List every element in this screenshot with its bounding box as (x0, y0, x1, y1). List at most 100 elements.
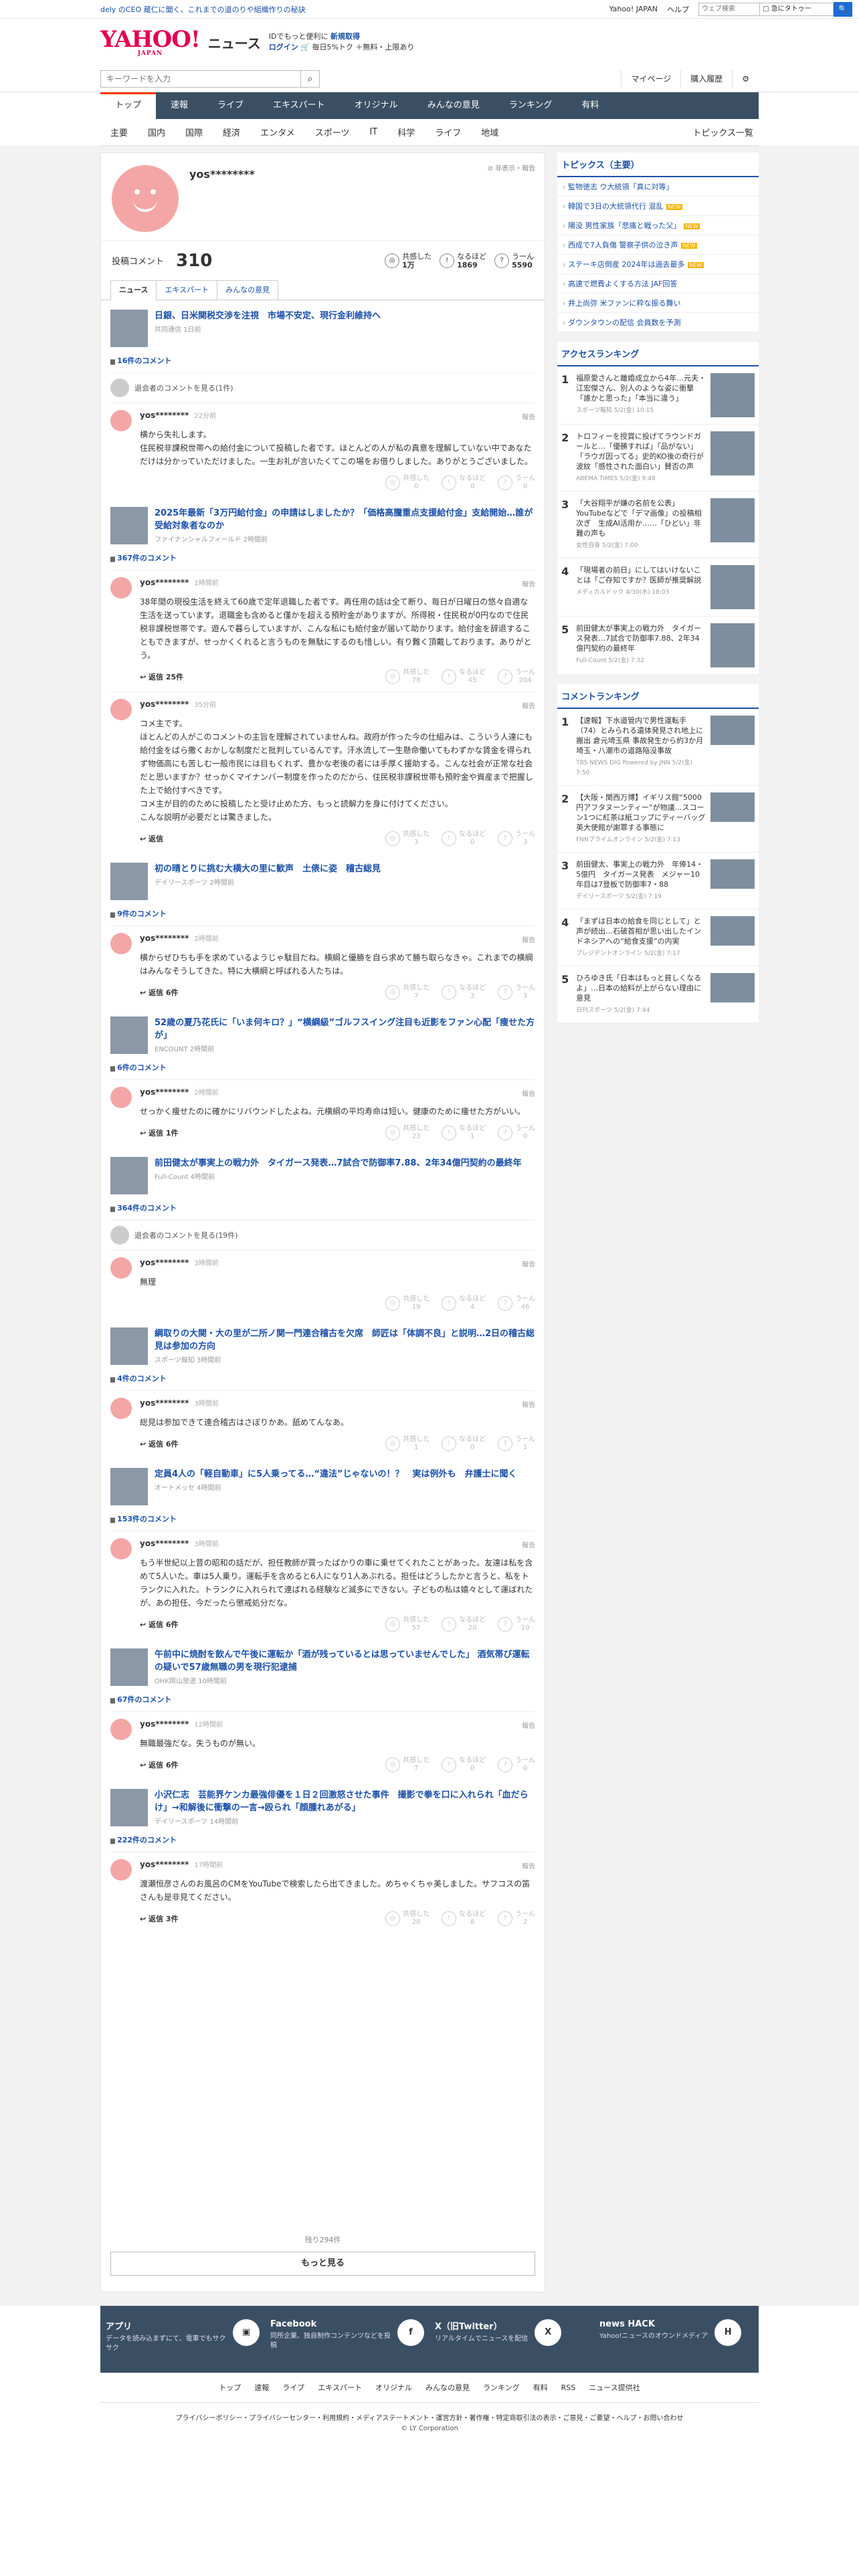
snav-sports[interactable]: スポーツ (305, 126, 360, 138)
topic-item[interactable]: 監物徳志 ウ大統領「真に対等」 (557, 177, 759, 197)
empathy-button[interactable]: ◎ 共感した 23 (385, 1125, 430, 1141)
footer-social-item[interactable]: X（旧Twitter） リアルタイムでニュースを配信 X (435, 2319, 589, 2359)
insight-button[interactable]: ! なるほど 0 (442, 1757, 486, 1773)
empathy-button[interactable]: ◎ 共感した 1 (385, 1436, 430, 1452)
comment-count-link[interactable]: 364件のコメント (110, 1202, 535, 1213)
article-title[interactable]: 定員4人の「軽自動車」に5人乗ってる…“違法”じゃないの！？ 実は例外も 弁護士… (155, 1468, 517, 1481)
hide-report-link[interactable]: ⊘ 非表示・報告 (488, 163, 536, 173)
insight-button[interactable]: ! なるほど 1 (442, 1125, 486, 1141)
snav-business[interactable]: 経済 (213, 126, 250, 138)
yahoo-japan-link[interactable]: Yahoo! JAPAN (609, 5, 658, 13)
web-search-input[interactable] (698, 2, 760, 16)
tab-opinions[interactable]: みんなの意見 (217, 280, 279, 300)
hmm-button[interactable]: ? うーん 46 (498, 1295, 535, 1311)
tab-news[interactable]: ニュース (110, 280, 157, 300)
article-title[interactable]: 52歳の夏乃花氏に「いま何キロ？」“横綱級”ゴルフスイング注目も近影をファン心配… (155, 1016, 535, 1042)
report-link[interactable]: 報告 (522, 1720, 535, 1730)
empathy-button[interactable]: ◎ 共感した 19 (385, 1295, 430, 1311)
snav-world[interactable]: 国際 (175, 126, 213, 138)
article-title[interactable]: 小沢仁志 芸能界ケンカ最強俳優を１日２回激怒させた事件 撮影で拳を口に入れられ「… (155, 1789, 535, 1814)
reply-link[interactable]: ↩ 返信 6件 (140, 1619, 179, 1630)
topic-item[interactable]: 陽没 男性家族「悲痛と戦った父」NEW (557, 216, 759, 235)
gnav-ranking[interactable]: ランキング (494, 92, 567, 119)
ranking-item[interactable]: 2 トロフィーを授賞に投げてラウンドガールと…「優勝すれば」「品がない」「ラウガ因… (557, 425, 759, 492)
insight-button[interactable]: ! なるほど 0 (442, 831, 486, 847)
gnav-live[interactable]: ライブ (203, 92, 258, 119)
ranking-item[interactable]: 5 前田健太が事実上の戦力外 タイガース発表…7試合で防御率7.88、2年34億円… (557, 617, 759, 675)
empathy-button[interactable]: ◎ 共感した 0 (385, 475, 430, 491)
article-title[interactable]: 綱取りの大関・大の里が二所ノ関一門連合稽古を欠席 師匠は「体調不良」と説明…2日… (155, 1327, 535, 1353)
empathy-button[interactable]: ◎ 共感した 7 (385, 1757, 430, 1773)
insight-button[interactable]: ! なるほど 4 (442, 1295, 486, 1311)
legal-links[interactable]: プライバシーポリシー・プライバシーセンター・利用規約・メディアステートメント・運… (0, 2403, 859, 2425)
snav-domestic[interactable]: 国内 (138, 126, 175, 138)
snav-entertainment[interactable]: エンタメ (250, 126, 305, 138)
hmm-button[interactable]: ? うーん 0 (498, 475, 535, 491)
report-link[interactable]: 報告 (522, 700, 535, 710)
report-link[interactable]: 報告 (522, 1399, 535, 1409)
signup-link[interactable]: 新規取得 (330, 32, 360, 41)
purchase-history-link[interactable]: 購入履歴 (680, 70, 732, 88)
search-button-icon[interactable]: ⌕ (301, 70, 320, 88)
reply-link[interactable]: ↩ 返信 6件 (140, 1438, 179, 1449)
footer-link[interactable]: ランキング (476, 2383, 527, 2392)
gnav-opinions[interactable]: みんなの意見 (413, 92, 494, 119)
article-title[interactable]: 前田健太が事実上の戦力外 タイガース発表…7試合で防御率7.88、2年34億円契… (155, 1157, 522, 1170)
hmm-button[interactable]: ? うーん 0 (498, 1757, 535, 1773)
comment-count-link[interactable]: 16件のコメント (110, 355, 535, 366)
gnav-original[interactable]: オリジナル (340, 92, 413, 119)
footer-social-item[interactable]: news HACK Yahoo!ニュースのオウンドメディア H (599, 2319, 753, 2359)
reply-link[interactable]: ↩ 返信 (140, 833, 163, 844)
comment-count-link[interactable]: 153件のコメント (110, 1513, 535, 1524)
ranking-item[interactable]: 4 「まずは日本の給食を同じとして」と声が続出…石破首相が思い出したインドネシアへ… (557, 909, 759, 966)
report-link[interactable]: 報告 (522, 934, 535, 944)
topics-list-link[interactable]: トピックス一覧 (682, 126, 759, 138)
ranking-item[interactable]: 3 前田健太、事実上の戦力外 年俸14・5億円 タイガース発表 メジャー10年目は… (557, 853, 759, 909)
reply-link[interactable]: ↩ 返信 1件 (140, 1128, 179, 1138)
hmm-button[interactable]: ? うーん 0 (498, 1125, 535, 1141)
ranking-item[interactable]: 2 【大阪・関西万博】イギリス館“5000円アフタヌーンティー”が物議…スコーン1… (557, 786, 759, 853)
comment-count-link[interactable]: 6件のコメント (110, 1062, 535, 1073)
footer-link[interactable]: トップ (212, 2383, 248, 2392)
insight-button[interactable]: ! なるほど 20 (442, 1616, 486, 1632)
tab-expert[interactable]: エキスパート (156, 280, 218, 300)
topic-item[interactable]: ダウンタウンの配信 会員数を予測 (557, 313, 759, 332)
article-title[interactable]: 初の晴とりに挑む大横大の里に歓声 土俵に姿 稽古総見 (155, 863, 381, 875)
gear-icon[interactable]: ⚙ (732, 70, 759, 88)
topic-item[interactable]: 西成で7人負傷 警察子供の泣き声NEW (557, 235, 759, 255)
news-logo-text[interactable]: ニュース (208, 33, 261, 52)
article-title[interactable]: 午前中に焼酎を飲んで午後に運転か「酒が残っているとは思っていませんでした」 酒気… (155, 1648, 535, 1674)
snav-life[interactable]: ライフ (425, 126, 471, 138)
footer-link[interactable]: ニュース提供社 (582, 2383, 646, 2392)
report-link[interactable]: 報告 (522, 1259, 535, 1269)
hmm-button[interactable]: ? うーん 3 (498, 831, 535, 847)
article-thumbnail[interactable] (110, 1468, 148, 1505)
keyword-input[interactable] (100, 70, 301, 88)
help-link[interactable]: ヘルプ (667, 4, 689, 15)
gnav-paid[interactable]: 有料 (567, 92, 613, 119)
report-link[interactable]: 報告 (522, 1860, 535, 1870)
article-thumbnail[interactable] (110, 1327, 148, 1365)
promo-link[interactable]: dely のCEO 蔵仁に聞く、これまでの道のりや組織作りの秘訣 (100, 4, 306, 15)
insight-button[interactable]: ! なるほど 45 (442, 669, 486, 685)
insight-button[interactable]: ! なるほど 0 (442, 1436, 486, 1452)
article-thumbnail[interactable] (110, 1648, 148, 1686)
article-title[interactable]: 2025年最新「3万円給付金」の申請はしましたか？「価格高騰重点支援給付金」支給… (155, 507, 535, 532)
topic-item[interactable]: 韓国で3日の大統領代行 混乱NEW (557, 197, 759, 216)
search-option[interactable]: □ 急にタトゥー (760, 2, 834, 16)
topic-item[interactable]: 井上尚弥 米ファンに粋な振る舞い (557, 294, 759, 313)
yahoo-logo[interactable]: YAHOO! JAPAN (100, 28, 201, 57)
load-more-button[interactable]: もっと見る (110, 2252, 536, 2276)
footer-link[interactable]: 有料 (527, 2383, 555, 2392)
article-title[interactable]: 日銀、日米関税交渉を注視 市場不安定、現行金利維持へ (155, 310, 381, 322)
article-thumbnail[interactable] (110, 863, 148, 900)
hmm-button[interactable]: ? うーん 2 (498, 1911, 535, 1927)
ranking-item[interactable]: 1 福原愛さんと離婚成立から4年…元夫・江宏傑さん、別人のような姿に衝撃「誰かと思… (557, 366, 759, 425)
ranking-item[interactable]: 5 ひろゆき氏「日本はもっと貧しくなるよ」…日本の給料が上がらない理由に意見 日刊ス… (557, 966, 759, 1023)
insight-button[interactable]: ! なるほど 8 (442, 1911, 486, 1927)
insight-button[interactable]: ! なるほど 0 (442, 475, 486, 491)
article-thumbnail[interactable] (110, 507, 148, 544)
comment-count-link[interactable]: 9件のコメント (110, 908, 535, 919)
empathy-button[interactable]: ◎ 共感した 3 (385, 831, 430, 847)
comment-count-link[interactable]: 222件のコメント (110, 1834, 535, 1845)
